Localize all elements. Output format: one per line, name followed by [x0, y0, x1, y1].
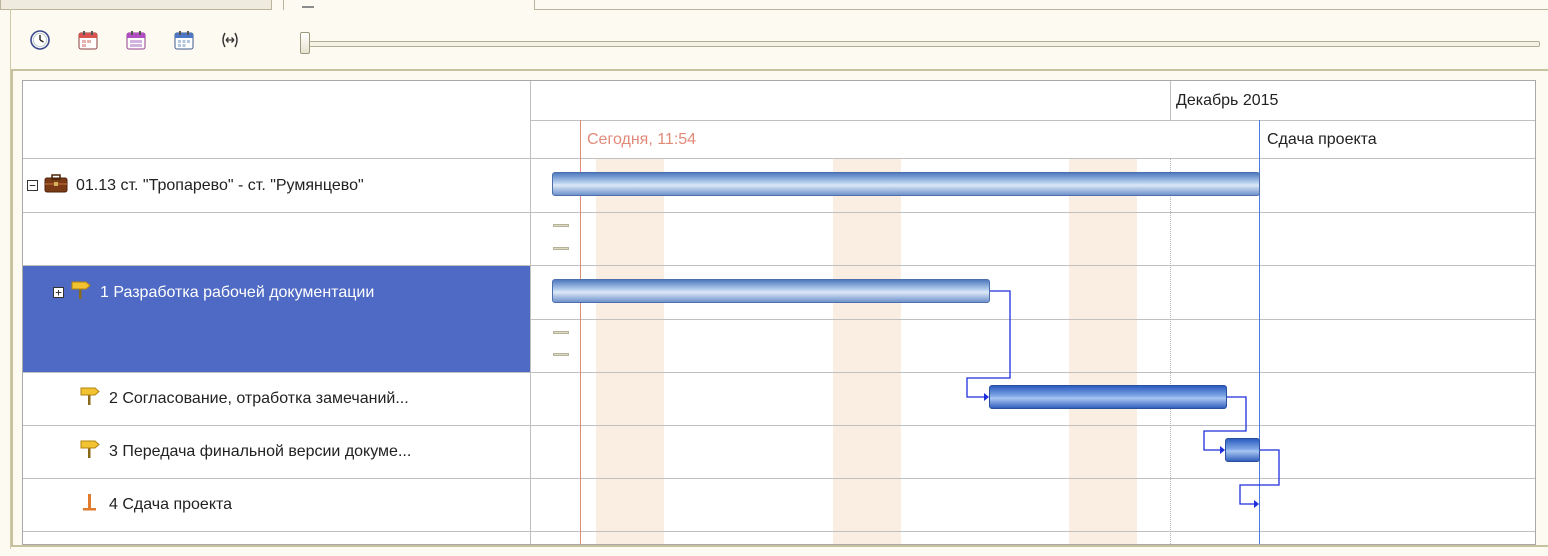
fit-width-icon[interactable] — [216, 26, 244, 54]
dependency-link-2-3 — [1203, 396, 1247, 451]
tab-strip — [0, 0, 1548, 10]
tab-marker — [302, 6, 314, 8]
gantt-chart: Декабрь 2015 Сегодня, 11:54 Сдача проект… — [22, 80, 1536, 545]
clock-icon[interactable] — [26, 26, 54, 54]
calendar-day-icon[interactable] — [74, 26, 102, 54]
link-arrow — [984, 393, 989, 401]
tab-inactive[interactable] — [0, 0, 272, 10]
calendar-month-icon[interactable] — [170, 26, 198, 54]
dependency-link-1-2 — [966, 290, 1011, 398]
scale-slider-thumb[interactable] — [300, 32, 310, 54]
dependency-link-3-4 — [1239, 449, 1280, 505]
scale-slider-track[interactable] — [306, 41, 1540, 47]
dependency-links — [966, 290, 1280, 508]
link-arrow — [1220, 446, 1225, 454]
tab-active[interactable] — [283, 0, 535, 10]
scale-slider[interactable] — [300, 30, 1540, 56]
calendar-week-icon[interactable] — [122, 26, 150, 54]
tab-divider — [535, 9, 1548, 10]
link-arrow — [1254, 500, 1259, 508]
